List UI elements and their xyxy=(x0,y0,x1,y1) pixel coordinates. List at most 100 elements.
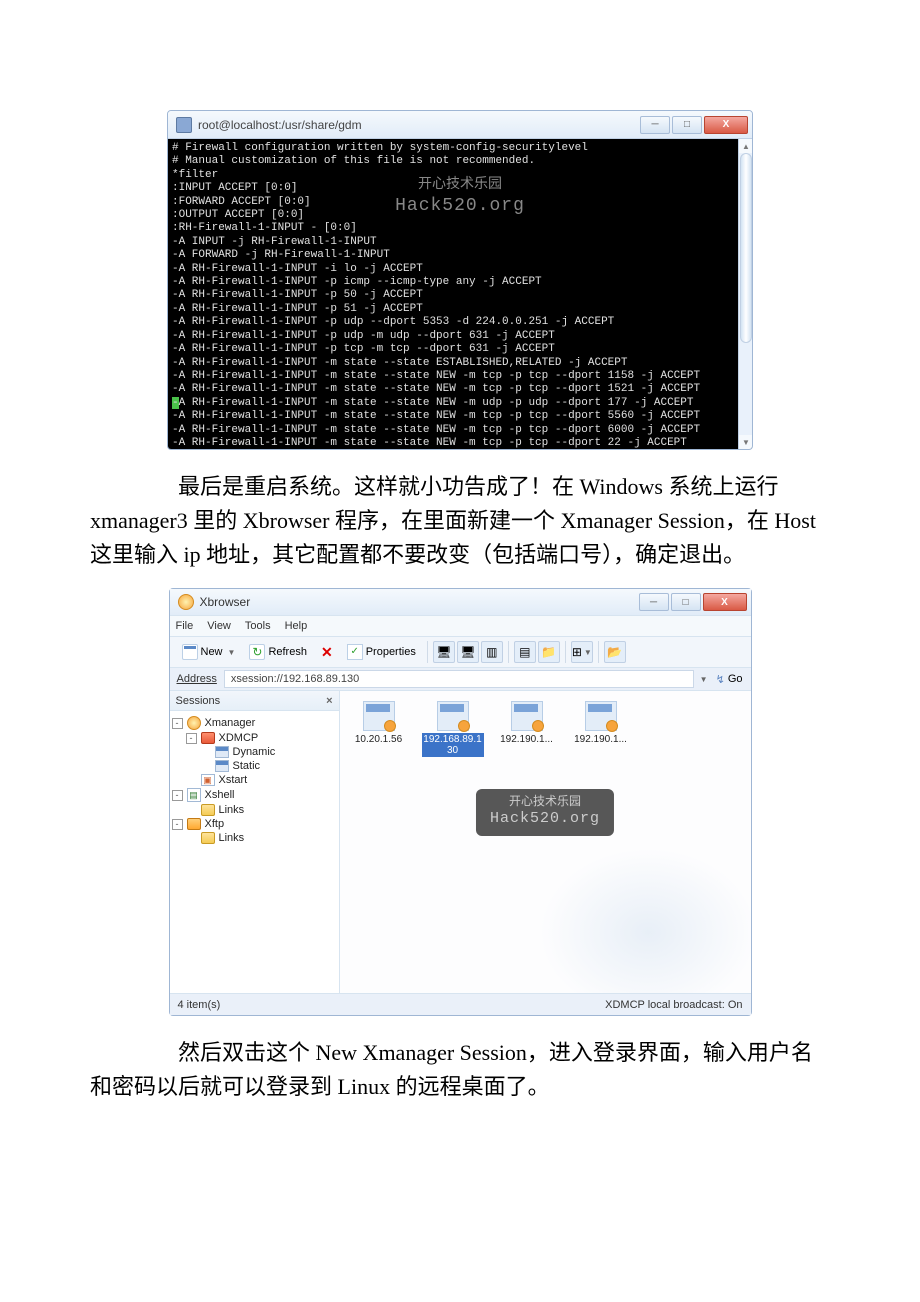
toolbar: New ▼ Refresh ✕ Properties 🖥 🖥 ▥ ▤ 📁 ⊞▼ … xyxy=(170,637,751,667)
delete-button[interactable]: ✕ xyxy=(315,640,339,665)
toolbar-separator xyxy=(427,641,428,663)
terminal-line: -A INPUT -j RH-Firewall-1-INPUT xyxy=(172,236,748,249)
maximize-button[interactable]: □ xyxy=(671,593,701,611)
menubar: File View Tools Help xyxy=(170,615,751,637)
terminal-line: -A RH-Firewall-1-INPUT -p 50 -j ACCEPT xyxy=(172,289,748,302)
terminal-line: -A RH-Firewall-1-INPUT -p udp --dport 53… xyxy=(172,316,748,329)
toolbar-separator xyxy=(565,641,566,663)
properties-icon xyxy=(347,644,363,660)
terminal-line: -A RH-Firewall-1-INPUT -m state --state … xyxy=(172,370,748,383)
go-button[interactable]: ↯ Go xyxy=(712,673,747,686)
xmanager-icon xyxy=(187,716,201,730)
tree-item-xdmcp[interactable]: -XDMCP xyxy=(172,731,337,745)
session-icon xyxy=(215,760,229,772)
xstart-icon: ▣ xyxy=(201,774,215,786)
terminal-line: -A RH-Firewall-1-INPUT -p udp -m udp --d… xyxy=(172,330,748,343)
menu-tools[interactable]: Tools xyxy=(245,620,271,632)
menu-view[interactable]: View xyxy=(207,620,231,632)
terminal-line: -A RH-Firewall-1-INPUT -m state --state … xyxy=(172,437,748,449)
paragraph-1: 最后是重启系统。这样就小功告成了！在 Windows 系统上运行 xmanage… xyxy=(90,470,830,572)
window-controls: ─ □ X xyxy=(638,116,748,134)
terminal-line: # Manual customization of this file is n… xyxy=(172,155,748,168)
tree-item-xstart[interactable]: ▣Xstart xyxy=(172,773,337,787)
xbrowser-title: Xbrowser xyxy=(200,595,251,609)
scroll-thumb[interactable] xyxy=(740,153,752,343)
xshell-tool-icon[interactable]: ▤ xyxy=(514,641,536,663)
address-dropdown-icon[interactable]: ▼ xyxy=(700,675,708,684)
session-icon xyxy=(215,746,229,758)
terminal-line: -A RH-Firewall-1-INPUT -m state --state … xyxy=(172,383,748,396)
xbrowser-window: Xbrowser ─ □ X File View Tools Help New … xyxy=(169,588,752,1016)
address-field[interactable]: xsession://192.168.89.130 xyxy=(224,670,694,688)
minimize-button[interactable]: ─ xyxy=(640,116,670,134)
session-item[interactable]: 10.20.1.56 xyxy=(348,701,410,757)
folder-icon xyxy=(201,832,215,844)
tree-item-xftp[interactable]: -Xftp xyxy=(172,817,337,831)
sessions-panel: Sessions × -Xmanager -XDMCP Dynamic Stat… xyxy=(170,691,340,993)
session-type-icon-1[interactable]: 🖥 xyxy=(433,641,455,663)
xbrowser-icon xyxy=(178,594,194,610)
close-button[interactable]: X xyxy=(703,593,747,611)
close-panel-icon[interactable]: × xyxy=(326,695,332,707)
status-left: 4 item(s) xyxy=(178,999,221,1011)
toolbar-separator xyxy=(598,641,599,663)
terminal-title: root@localhost:/usr/share/gdm xyxy=(198,118,362,132)
session-icons: 10.20.1.56 192.168.89.130 192.190.1... 1… xyxy=(340,691,751,767)
xshell-icon: ▤ xyxy=(187,788,201,802)
terminal-window: root@localhost:/usr/share/gdm ─ □ X 开心技术… xyxy=(167,110,753,450)
terminal-line: -A RH-Firewall-1-INPUT -m state --state … xyxy=(172,410,748,423)
putty-icon xyxy=(176,117,192,133)
content-pane[interactable]: 10.20.1.56 192.168.89.130 192.190.1... 1… xyxy=(340,691,751,993)
scroll-up-icon[interactable]: ▲ xyxy=(739,139,753,153)
terminal-titlebar: root@localhost:/usr/share/gdm ─ □ X xyxy=(168,111,752,139)
properties-button[interactable]: Properties xyxy=(341,640,422,664)
close-button[interactable]: X xyxy=(704,116,748,134)
terminal-line: -A RH-Firewall-1-INPUT -m state --state … xyxy=(172,357,748,370)
session-type-icon-3[interactable]: ▥ xyxy=(481,641,503,663)
xftp-tool-icon[interactable]: 📁 xyxy=(538,641,560,663)
session-item[interactable]: 192.190.1... xyxy=(570,701,632,757)
status-bar: 4 item(s) XDMCP local broadcast: On xyxy=(170,993,751,1015)
tree-item-dynamic[interactable]: Dynamic xyxy=(172,745,337,759)
window-controls: ─ □ X xyxy=(637,593,747,611)
paragraph-2: 然后双击这个 New Xmanager Session，进入登录界面，输入用户名… xyxy=(90,1036,830,1104)
session-item[interactable]: 192.190.1... xyxy=(496,701,558,757)
xbrowser-titlebar: Xbrowser ─ □ X xyxy=(170,589,751,615)
xftp-icon xyxy=(187,818,201,830)
terminal-line: -A RH-Firewall-1-INPUT -m state --state … xyxy=(172,424,748,437)
refresh-button[interactable]: Refresh xyxy=(243,640,313,664)
tree-item-xshell-links[interactable]: Links xyxy=(172,803,337,817)
minimize-button[interactable]: ─ xyxy=(639,593,669,611)
session-item-selected[interactable]: 192.168.89.130 xyxy=(422,701,484,757)
terminal-scrollbar[interactable]: ▲ ▼ xyxy=(738,139,752,449)
delete-icon: ✕ xyxy=(321,644,333,661)
folder-icon xyxy=(201,804,215,816)
chevron-down-icon[interactable]: ▼ xyxy=(228,648,236,657)
terminal-line: -A RH-Firewall-1-INPUT -i lo -j ACCEPT xyxy=(172,263,748,276)
view-mode-icon[interactable]: ⊞▼ xyxy=(571,641,593,663)
address-bar: Address xsession://192.168.89.130 ▼ ↯ Go xyxy=(170,667,751,691)
terminal-line: -A RH-Firewall-1-INPUT -p icmp --icmp-ty… xyxy=(172,276,748,289)
terminal-line: -A FORWARD -j RH-Firewall-1-INPUT xyxy=(172,249,748,262)
tree-item-xftp-links[interactable]: Links xyxy=(172,831,337,845)
tree-item-xshell[interactable]: -▤Xshell xyxy=(172,787,337,803)
new-icon xyxy=(182,644,198,660)
terminal-line: -A RH-Firewall-1-INPUT -p tcp -m tcp --d… xyxy=(172,343,748,356)
content-watermark: 开心技术乐园 Hack520.org xyxy=(476,789,614,835)
folder-tool-icon[interactable]: 📂 xyxy=(604,641,626,663)
scroll-down-icon[interactable]: ▼ xyxy=(739,435,753,449)
terminal-line: *filter xyxy=(172,169,748,182)
tree-item-xmanager[interactable]: -Xmanager xyxy=(172,715,337,731)
terminal-line: --A RH-Firewall-1-INPUT -m state --state… xyxy=(172,397,748,410)
terminal-line: # Firewall configuration written by syst… xyxy=(172,142,748,155)
maximize-button[interactable]: □ xyxy=(672,116,702,134)
new-button[interactable]: New ▼ xyxy=(176,640,242,664)
session-type-icon-2[interactable]: 🖥 xyxy=(457,641,479,663)
terminal-line: :FORWARD ACCEPT [0:0] xyxy=(172,196,748,209)
tree-item-static[interactable]: Static xyxy=(172,759,337,773)
go-icon: ↯ xyxy=(716,673,725,686)
menu-help[interactable]: Help xyxy=(285,620,308,632)
terminal-body[interactable]: 开心技术乐园 Hack520.org # Firewall configurat… xyxy=(168,139,752,449)
terminal-line: :OUTPUT ACCEPT [0:0] xyxy=(172,209,748,222)
menu-file[interactable]: File xyxy=(176,620,194,632)
